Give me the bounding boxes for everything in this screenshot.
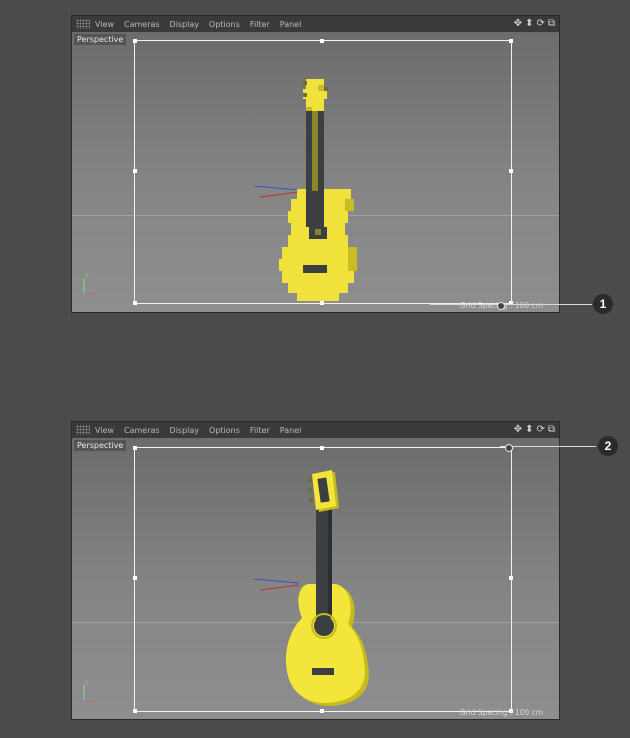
axis-gizmo-icon: Y — [83, 274, 96, 295]
frame-handle[interactable] — [133, 301, 137, 305]
callout-line-2 — [500, 446, 596, 447]
menu-filter[interactable]: Filter — [250, 20, 270, 29]
callout-anchor-2 — [505, 444, 513, 452]
maximize-view-icon[interactable]: ⧉ — [548, 424, 555, 436]
callout-anchor-1 — [497, 302, 505, 310]
frame-handle[interactable] — [133, 576, 137, 580]
render-safe-frame[interactable] — [134, 447, 512, 712]
frame-handle[interactable] — [133, 39, 137, 43]
svg-text:Y: Y — [84, 681, 89, 687]
panel-grip-icon[interactable] — [76, 19, 90, 29]
rotate-icon[interactable]: ⟳ — [536, 18, 544, 30]
menu-view[interactable]: View — [95, 426, 114, 435]
frame-handle[interactable] — [509, 169, 513, 173]
frame-handle[interactable] — [509, 39, 513, 43]
axis-gizmo-icon: Y — [83, 681, 96, 702]
render-safe-frame[interactable] — [134, 40, 512, 304]
frame-handle[interactable] — [133, 709, 137, 713]
viewport-canvas[interactable]: Perspective Y Grid Spacing: 100 cm — [72, 438, 559, 719]
zoom-icon[interactable]: ⬍ — [525, 424, 533, 436]
frame-handle[interactable] — [320, 301, 324, 305]
zoom-icon[interactable]: ⬍ — [525, 18, 533, 30]
camera-label[interactable]: Perspective — [74, 440, 127, 451]
menu-panel[interactable]: Panel — [280, 426, 302, 435]
menu-view[interactable]: View — [95, 20, 114, 29]
viewport-menubar: View Cameras Display Options Filter Pane… — [72, 422, 559, 438]
viewport-canvas[interactable]: Perspective Y Grid Spacing: 100 cm — [72, 32, 559, 312]
menu-cameras[interactable]: Cameras — [124, 426, 160, 435]
frame-handle[interactable] — [320, 39, 324, 43]
panel-grip-icon[interactable] — [76, 425, 90, 435]
menu-display[interactable]: Display — [170, 426, 200, 435]
frame-handle[interactable] — [320, 709, 324, 713]
menu-filter[interactable]: Filter — [250, 426, 270, 435]
callout-badge-1: 1 — [593, 294, 613, 314]
viewport-menubar: View Cameras Display Options Filter Pane… — [72, 16, 559, 32]
maximize-view-icon[interactable]: ⧉ — [548, 18, 555, 30]
menu-panel[interactable]: Panel — [280, 20, 302, 29]
frame-handle[interactable] — [509, 576, 513, 580]
viewport-top[interactable]: View Cameras Display Options Filter Pane… — [71, 15, 560, 313]
svg-text:Y: Y — [84, 274, 89, 280]
grid-spacing-label: Grid Spacing : 100 cm — [459, 708, 543, 717]
rotate-icon[interactable]: ⟳ — [536, 424, 544, 436]
callout-line-1 — [430, 304, 592, 305]
frame-handle[interactable] — [133, 446, 137, 450]
viewport-bottom[interactable]: View Cameras Display Options Filter Pane… — [71, 421, 560, 720]
move-icon[interactable]: ✥ — [514, 424, 522, 436]
menu-options[interactable]: Options — [209, 20, 240, 29]
menu-display[interactable]: Display — [170, 20, 200, 29]
move-icon[interactable]: ✥ — [514, 18, 522, 30]
frame-handle[interactable] — [320, 446, 324, 450]
menu-options[interactable]: Options — [209, 426, 240, 435]
menu-cameras[interactable]: Cameras — [124, 20, 160, 29]
frame-handle[interactable] — [133, 169, 137, 173]
camera-label[interactable]: Perspective — [74, 34, 127, 45]
callout-badge-2: 2 — [598, 436, 618, 456]
